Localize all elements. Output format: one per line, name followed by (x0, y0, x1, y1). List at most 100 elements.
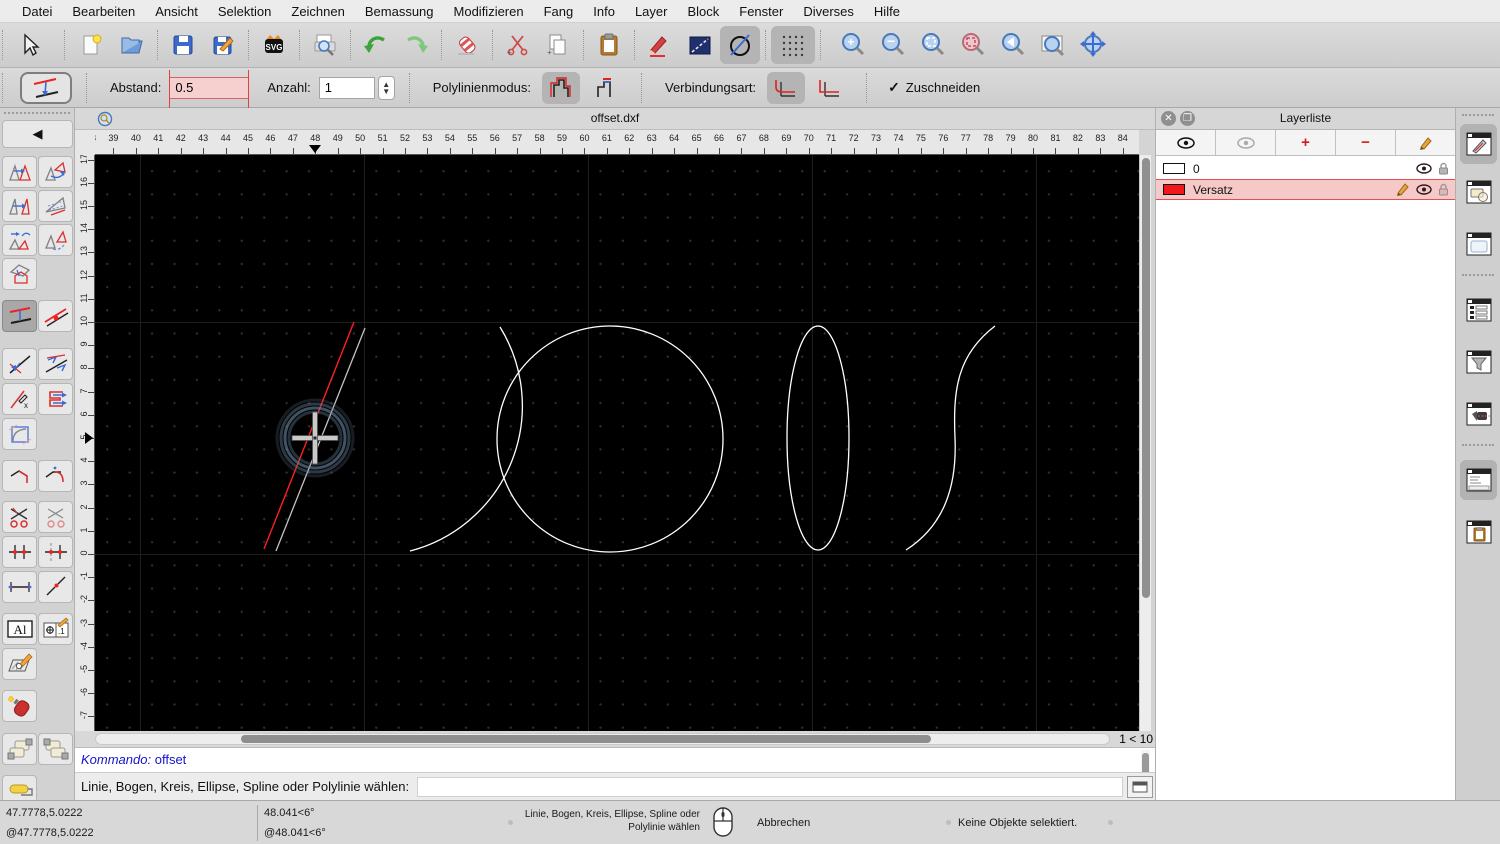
layer-list-dock-button[interactable] (1460, 124, 1497, 164)
menu-selektion[interactable]: Selektion (208, 4, 281, 19)
tool-offset-button[interactable] (2, 300, 37, 332)
menu-hilfe[interactable]: Hilfe (864, 4, 910, 19)
drawing-canvas[interactable] (95, 155, 1139, 731)
tool-edit-text-button[interactable]: Al (2, 613, 37, 645)
anzahl-input[interactable] (318, 76, 375, 99)
menu-layer[interactable]: Layer (625, 4, 678, 19)
command-input[interactable] (417, 776, 1123, 797)
zuschneiden-checkbox[interactable]: ✓ Zuschneiden (888, 79, 980, 96)
layer-row-0[interactable]: 0 (1156, 158, 1455, 179)
layer-visible-icon[interactable] (1416, 163, 1432, 174)
tool-round-corner-button[interactable] (38, 460, 73, 492)
tool-divide-two-button[interactable] (38, 501, 73, 533)
tool-bevel-button[interactable] (2, 460, 37, 492)
tool-trim-button[interactable] (2, 348, 37, 380)
current-tool-offset-icon[interactable] (20, 71, 72, 104)
tool-move-rotate-button[interactable] (2, 224, 37, 256)
anzahl-stepper[interactable]: ▲ ▼ (377, 75, 395, 100)
tool-edit-hatch-button[interactable] (2, 648, 37, 680)
tool-mirror-button[interactable] (2, 190, 37, 222)
abstand-input[interactable] (169, 76, 250, 99)
canvas-horizontal-scrollbar[interactable] (95, 733, 1110, 745)
menu-info[interactable]: Info (583, 4, 625, 19)
add-layer-button[interactable]: + (1276, 130, 1336, 155)
tool-rotate-two-button[interactable] (38, 224, 73, 256)
menu-datei[interactable]: Datei (12, 4, 62, 19)
hide-all-layers-button[interactable] (1216, 130, 1276, 155)
clipboard-dock-button[interactable] (1460, 512, 1497, 552)
tool-trim-two-button[interactable] (38, 348, 73, 380)
tool-rotate-button[interactable] (38, 156, 73, 188)
block-list-dock-button[interactable] (1460, 172, 1497, 212)
polyline-mode-segment-button[interactable] (586, 72, 624, 104)
layer-lock-icon[interactable] (1438, 162, 1449, 175)
tool-explode-contour-button[interactable] (38, 383, 73, 415)
polyline-mode-full-button[interactable] (541, 71, 580, 104)
layer-lock-icon[interactable] (1438, 183, 1449, 196)
remove-layer-button[interactable]: − (1336, 130, 1396, 155)
zoom-out-button[interactable]: − (873, 26, 913, 64)
connection-sharp-button[interactable] (811, 72, 849, 104)
copy-button[interactable]: + (538, 26, 578, 64)
edit-layer-button[interactable] (1396, 130, 1455, 155)
ellipse-entity[interactable] (786, 325, 850, 551)
tool-offset-point-button[interactable] (38, 300, 73, 332)
canvas-vertical-scrollbar[interactable] (1139, 155, 1151, 731)
arc-entity[interactable] (409, 326, 523, 552)
redo-button[interactable] (396, 26, 436, 64)
menu-ansicht[interactable]: Ansicht (145, 4, 208, 19)
new-document-button[interactable] (72, 26, 112, 64)
menu-zeichnen[interactable]: Zeichnen (281, 4, 354, 19)
layer-visible-icon[interactable] (1416, 184, 1432, 195)
zoom-in-button[interactable]: + (833, 26, 873, 64)
menu-diverses[interactable]: Diverses (793, 4, 864, 19)
tool-divide-button[interactable] (2, 501, 37, 533)
view-dock-button[interactable] (1460, 394, 1497, 434)
line-attributes-icon[interactable] (680, 26, 720, 64)
back-button[interactable]: ◀ (2, 120, 73, 148)
connection-round-button[interactable] (767, 71, 806, 104)
tool-edit-dimension-button[interactable]: .1 (38, 613, 73, 645)
selection-arrow-icon[interactable] (10, 26, 50, 64)
zoom-pan-button[interactable] (1073, 26, 1113, 64)
library-browser-dock-button[interactable] (1460, 224, 1497, 264)
grid-toggle-button[interactable] (771, 26, 815, 64)
command-widget-dock-button[interactable] (1460, 460, 1497, 500)
svg-export-button[interactable]: SVG (254, 26, 294, 64)
layer-color-swatch[interactable] (1163, 184, 1185, 195)
show-all-layers-button[interactable] (1156, 130, 1216, 155)
tool-paint-roller-button[interactable] (2, 775, 37, 800)
zoom-previous-button[interactable] (993, 26, 1033, 64)
tool-explode-button[interactable] (2, 690, 37, 722)
tool-order-up-button[interactable] (2, 733, 37, 765)
delete-entities-button[interactable] (447, 26, 487, 64)
save-as-button[interactable] (203, 26, 243, 64)
tool-order-down-button[interactable] (38, 733, 73, 765)
command-options-button[interactable] (1127, 775, 1153, 798)
spline-entity[interactable] (905, 325, 996, 551)
paste-button[interactable] (589, 26, 629, 64)
dock-drag-handle[interactable] (1462, 114, 1494, 116)
menu-bearbeiten[interactable]: Bearbeiten (62, 4, 145, 19)
horizontal-scrollbar-thumb[interactable] (241, 735, 931, 743)
tool-deform-button[interactable] (2, 258, 37, 290)
layer-row-versatz[interactable]: Versatz (1156, 179, 1455, 200)
toolbar-drag-handle[interactable] (2, 30, 8, 60)
entity-list-dock-button[interactable] (1460, 290, 1497, 330)
tool-move-copy-button[interactable] (2, 156, 37, 188)
tool-break-point-button[interactable] (38, 571, 73, 603)
toolbar-drag-handle[interactable] (2, 72, 8, 103)
document-titlebar[interactable]: offset.dxf (75, 108, 1155, 130)
menu-fang[interactable]: Fang (534, 4, 584, 19)
menu-fenster[interactable]: Fenster (729, 4, 793, 19)
tool-stretch-two-button[interactable] (38, 536, 73, 568)
circle-entity[interactable] (496, 325, 724, 553)
selection-filter-dock-button[interactable] (1460, 342, 1497, 382)
open-file-button[interactable] (112, 26, 152, 64)
tool-resize-button[interactable] (2, 571, 37, 603)
layer-color-swatch[interactable] (1163, 163, 1185, 174)
menu-bemassung[interactable]: Bemassung (355, 4, 444, 19)
undo-button[interactable] (356, 26, 396, 64)
zoom-redraw-button[interactable] (953, 26, 993, 64)
panel-drag-handle[interactable] (4, 112, 70, 114)
